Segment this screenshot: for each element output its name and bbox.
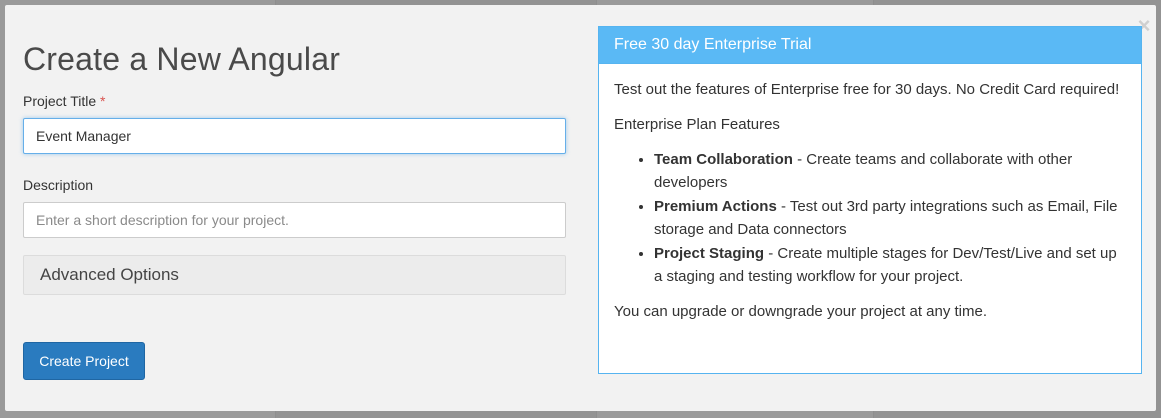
project-title-input[interactable] xyxy=(23,118,566,154)
panel-body: Test out the features of Enterprise free… xyxy=(599,64,1141,323)
modal-title: Create a New Angular xyxy=(23,41,341,77)
list-item: Team Collaboration - Create teams and co… xyxy=(654,148,1126,194)
enterprise-trial-panel: Free 30 day Enterprise Trial Test out th… xyxy=(598,26,1142,374)
project-title-label-text: Project Title xyxy=(23,93,97,109)
panel-header: Free 30 day Enterprise Trial xyxy=(599,27,1141,64)
required-marker: * xyxy=(100,93,106,109)
features-heading: Enterprise Plan Features xyxy=(614,116,780,133)
project-title-label: Project Title * xyxy=(23,93,105,109)
list-item: Premium Actions - Test out 3rd party int… xyxy=(654,195,1126,241)
advanced-options-toggle[interactable]: Advanced Options xyxy=(23,255,566,295)
description-label: Description xyxy=(23,177,94,193)
list-item: Project Staging - Create multiple stages… xyxy=(654,242,1126,288)
trial-footer: You can upgrade or downgrade your projec… xyxy=(614,303,988,320)
feature-name: Project Staging xyxy=(654,245,765,262)
feature-name: Premium Actions xyxy=(654,198,777,215)
features-list: Team Collaboration - Create teams and co… xyxy=(614,148,1126,288)
create-project-modal: × Create a New Angular Project Title * D… xyxy=(5,5,1156,411)
description-input[interactable] xyxy=(23,202,566,238)
create-project-button[interactable]: Create Project xyxy=(23,342,145,380)
feature-name: Team Collaboration xyxy=(654,151,793,168)
trial-intro: Test out the features of Enterprise free… xyxy=(614,81,1120,98)
